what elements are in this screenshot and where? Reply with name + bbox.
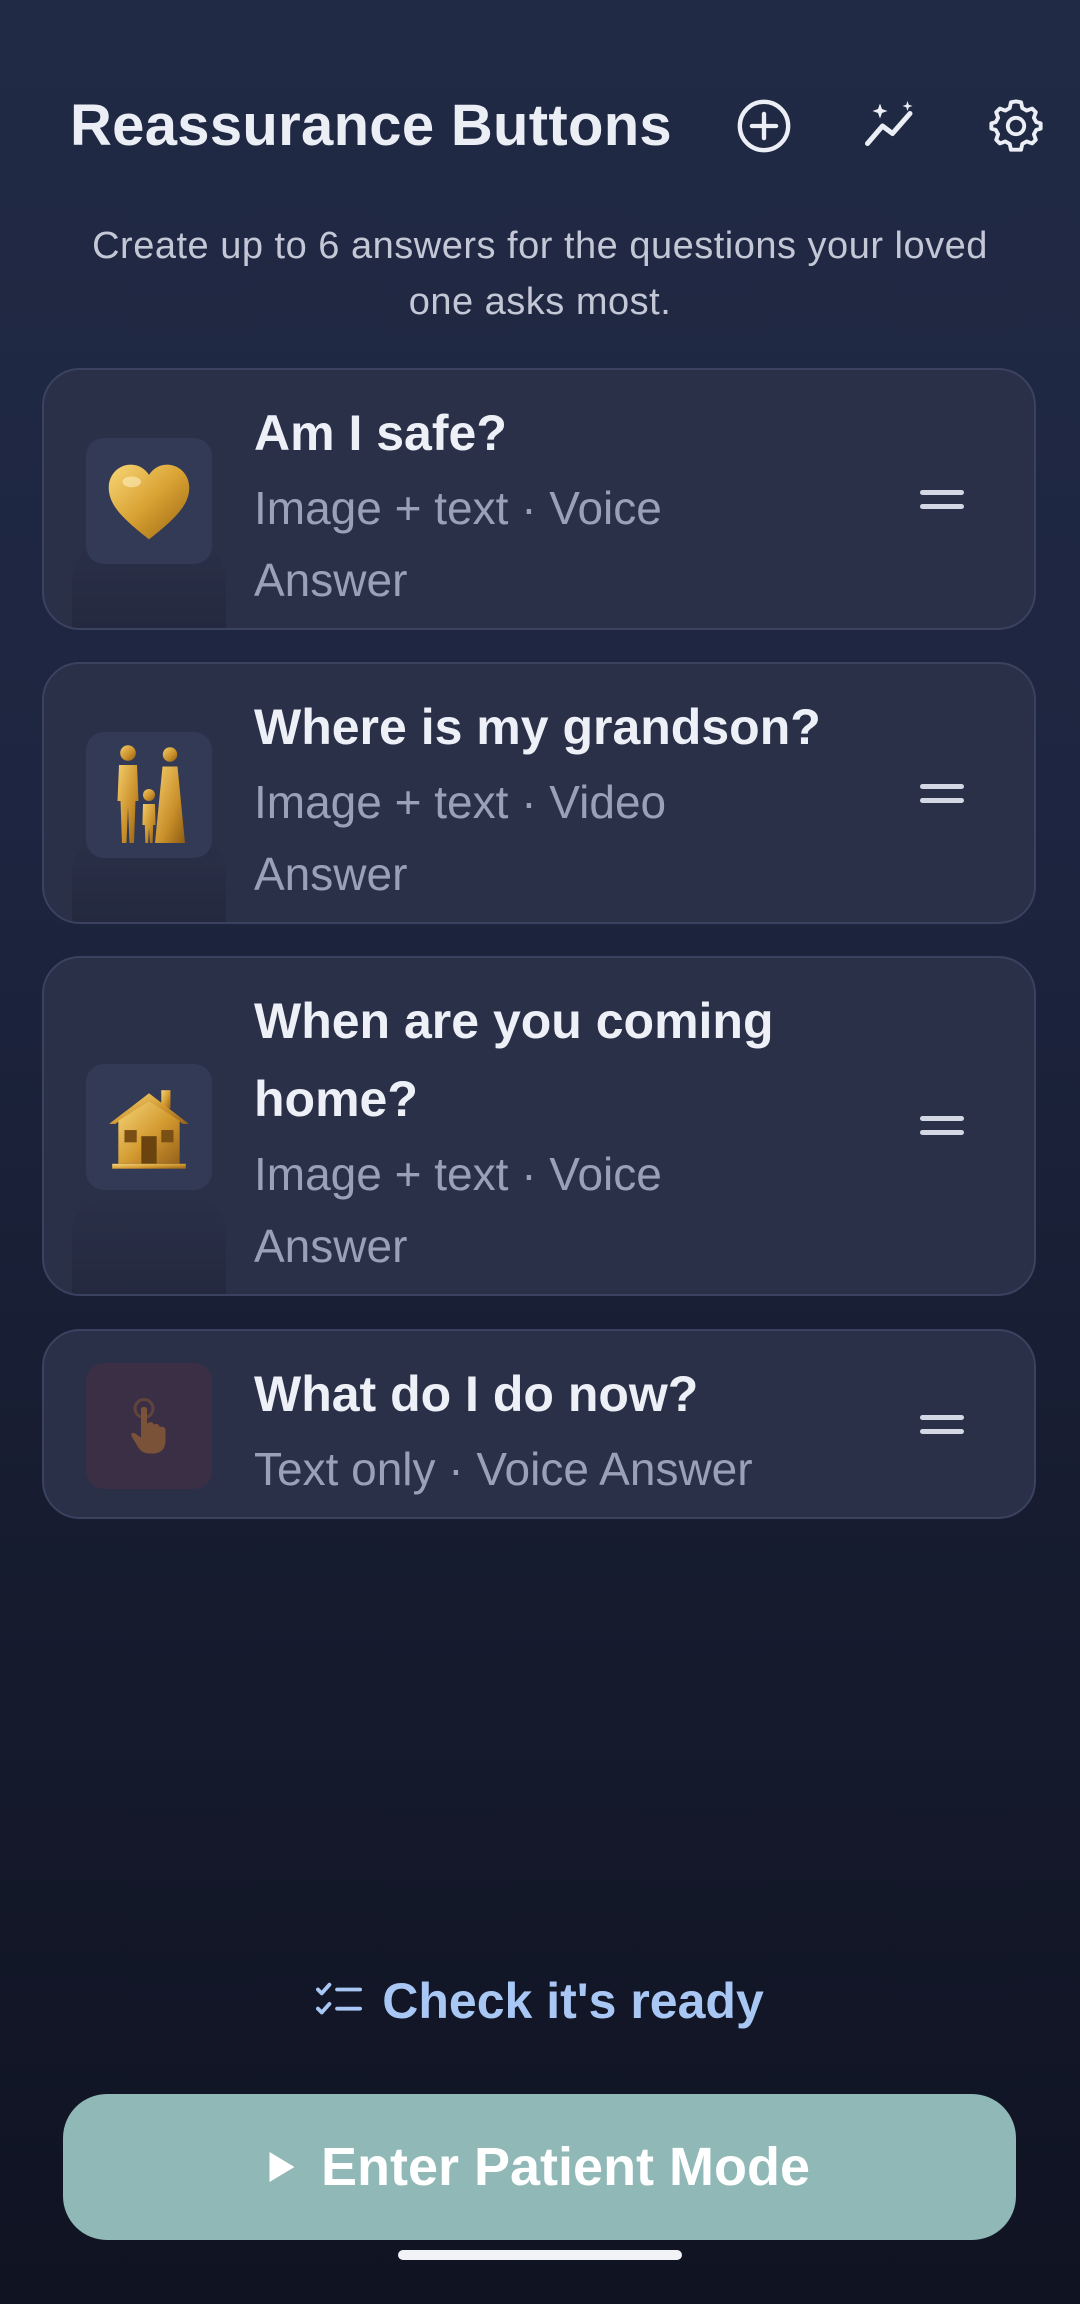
card-meta: Answer [254, 554, 408, 606]
card-text: Am I safe? Image + text · Voice Answer [254, 394, 894, 616]
card-text: When are you coming home? Image + text ·… [254, 982, 894, 1282]
thumb-shadow [72, 1194, 226, 1294]
tap-hand-icon [131, 1398, 166, 1454]
drag-handle-icon[interactable] [920, 1116, 964, 1140]
card-thumbnail [86, 732, 212, 858]
check-ready-label: Check it's ready [382, 1973, 764, 2029]
home-indicator[interactable] [398, 2250, 682, 2260]
card-title: Am I safe? [254, 405, 507, 461]
add-button[interactable] [728, 90, 800, 162]
card-meta: Image + text · Voice [254, 482, 662, 534]
card-text: What do I do now? Text only · Voice Answ… [254, 1355, 894, 1505]
gear-icon [989, 99, 1043, 152]
card-meta: Answer [254, 848, 408, 900]
card-meta: Image + text · Video [254, 776, 667, 828]
app-header: Reassurance Buttons [0, 0, 1080, 200]
drag-handle-icon[interactable] [920, 784, 964, 808]
reassurance-card-am-i-safe[interactable]: Am I safe? Image + text · Voice Answer [42, 368, 1036, 630]
reassurance-card-when-are-you-coming-home[interactable]: When are you coming home? Image + text ·… [42, 956, 1036, 1296]
card-meta: Image + text · Voice [254, 1148, 662, 1200]
play-icon [269, 2152, 295, 2182]
card-thumbnail [86, 1363, 212, 1489]
card-thumbnail [86, 438, 212, 564]
sparkle-trend-icon [865, 101, 913, 146]
page-title: Reassurance Buttons [70, 93, 672, 158]
golden-house-icon [109, 1090, 189, 1169]
settings-button[interactable] [980, 90, 1052, 162]
drag-handle-icon[interactable] [920, 1415, 964, 1439]
reassurance-card-where-is-my-grandson[interactable]: Where is my grandson? Image + text · Vid… [42, 662, 1036, 924]
add-circle-icon [737, 99, 791, 153]
reassurance-card-what-do-i-do-now[interactable]: What do I do now? Text only · Voice Answ… [42, 1329, 1036, 1519]
card-title: When are you coming [254, 993, 774, 1049]
insights-button[interactable] [854, 90, 926, 162]
card-title: Where is my grandson? [254, 699, 821, 755]
check-ready-link[interactable]: Check it's ready [0, 1972, 1080, 2030]
card-text: Where is my grandson? Image + text · Vid… [254, 688, 894, 910]
golden-family-icon [117, 745, 185, 843]
page-subtitle: Create up to 6 answers for the questions… [92, 225, 988, 323]
enter-patient-mode-button[interactable]: Enter Patient Mode [63, 2094, 1016, 2240]
drag-handle-icon[interactable] [920, 490, 964, 514]
card-meta: Answer [254, 1220, 408, 1272]
card-meta: Text only · Voice Answer [254, 1443, 753, 1495]
golden-heart-icon [108, 464, 190, 540]
card-title: What do I do now? [254, 1366, 699, 1422]
enter-patient-mode-label: Enter Patient Mode [320, 2137, 811, 2197]
checklist-icon [316, 1982, 363, 2015]
card-title: home? [254, 1071, 418, 1127]
card-thumbnail [86, 1064, 212, 1190]
